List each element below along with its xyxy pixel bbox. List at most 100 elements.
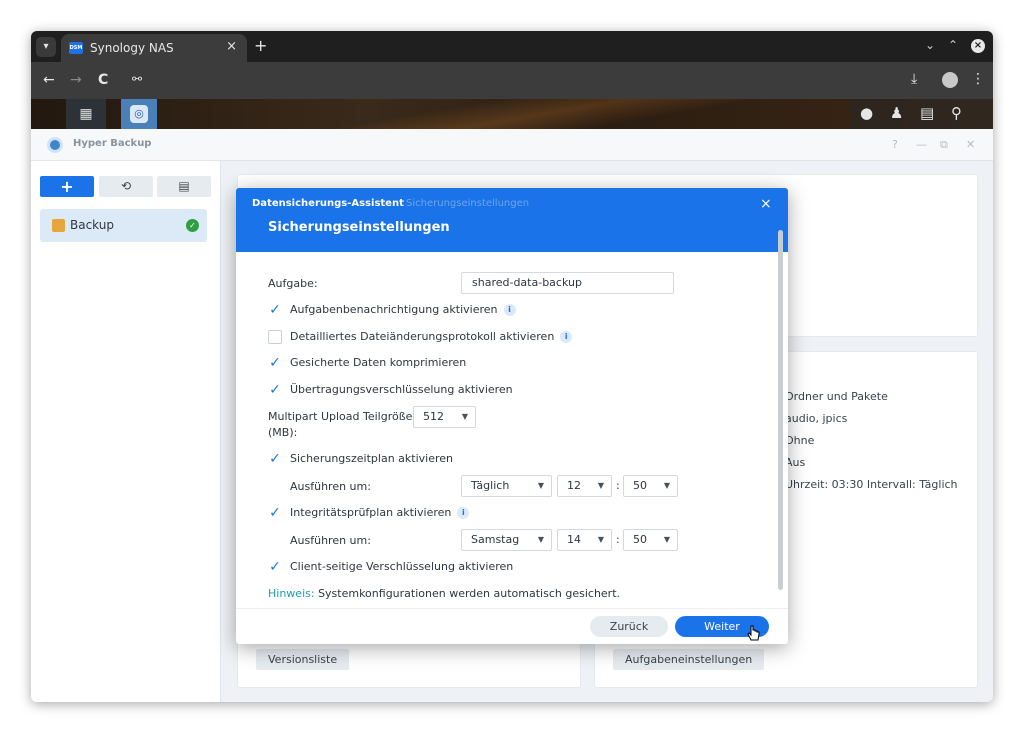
site-info-icon[interactable]: ⚯ — [132, 72, 142, 86]
search-icon[interactable]: ⚲ — [951, 104, 962, 122]
multipart-label: Multipart Upload Teilgröße — [268, 410, 413, 423]
forward-icon[interactable]: → — [70, 72, 82, 88]
day-value: Samstag — [471, 533, 520, 546]
run-at-label: Ausführen um: — [290, 480, 371, 493]
hour-value: 12 — [567, 479, 581, 492]
log-button[interactable]: ▤ — [157, 176, 211, 197]
dialog-header: Datensicherungs-Assistent Sicherungseins… — [236, 188, 788, 252]
summary-source: Ordner und Pakete — [785, 390, 888, 403]
hyper-backup-logo-icon — [47, 137, 63, 153]
browser-tab-bar: ▾ DSM Synology NAS × + ⌄ ⌃ × — [31, 31, 993, 62]
chevron-down-icon: ▼ — [597, 481, 604, 490]
chevron-down-icon: ▼ — [663, 481, 670, 490]
option-label: Detailliertes Dateiänderungsprotokoll ak… — [290, 330, 555, 343]
breadcrumb-wizard: Datensicherungs-Assistent — [252, 198, 404, 209]
add-task-button[interactable]: + — [40, 176, 94, 197]
schedule-hour-select[interactable]: 12 ▼ — [557, 475, 612, 497]
checkbox-client-encryption[interactable]: ✓ — [268, 560, 282, 574]
hint-body: Systemkonfigurationen werden automatisch… — [318, 587, 621, 600]
chevron-down-icon: ▼ — [663, 535, 670, 544]
info-icon[interactable]: i — [457, 507, 470, 519]
version-list-button[interactable]: Versionsliste — [256, 649, 350, 670]
restore-button[interactable]: ⟲ — [99, 176, 153, 197]
option-transfer-encryption: Übertragungsverschlüsselung aktivieren — [290, 383, 513, 396]
chevron-down-icon: ▼ — [537, 535, 544, 544]
hour-value: 14 — [567, 533, 581, 546]
widgets-icon[interactable]: ▤ — [920, 104, 934, 122]
checkbox-change-log[interactable] — [268, 330, 282, 344]
browser-toolbar: ← → C ⚯ ⤓ ⋮ — [31, 62, 993, 99]
window-close-icon[interactable]: × — [971, 39, 985, 53]
time-separator: : — [616, 533, 620, 546]
summary-encryption: Aus — [785, 456, 806, 469]
tab-title: Synology NAS — [90, 41, 174, 55]
task-name-input[interactable]: shared-data-backup — [461, 272, 674, 294]
browser-menu-icon[interactable]: ⋮ — [971, 71, 985, 87]
minute-value: 50 — [633, 479, 647, 492]
log-icon: ▤ — [178, 179, 190, 193]
minute-value: 50 — [633, 533, 647, 546]
option-change-log: Detailliertes Dateiänderungsprotokoll ak… — [290, 330, 573, 343]
hint-text: Hinweis: Systemkonfigurationen werden au… — [268, 587, 620, 600]
dialog-close-icon[interactable]: × — [760, 196, 772, 212]
user-icon[interactable]: ♟ — [890, 104, 903, 122]
task-name-label: Aufgabe: — [268, 277, 318, 290]
integrity-minute-select[interactable]: 50 ▼ — [623, 529, 678, 551]
dialog-scrollbar[interactable] — [778, 230, 783, 590]
dsm-taskbar: ▦ ◎ ● ♟ ▤ ⚲ — [31, 99, 993, 129]
restore-app-icon[interactable]: ⧉ — [940, 138, 948, 152]
chevron-down-icon: ▼ — [597, 535, 604, 544]
multipart-unit-label: (MB): — [268, 426, 298, 439]
hand-cursor-icon — [747, 625, 760, 641]
back-icon[interactable]: ← — [43, 72, 55, 88]
download-icon[interactable]: ⤓ — [911, 71, 917, 87]
task-item-label: Backup — [70, 218, 114, 232]
checkbox-transfer-encryption[interactable]: ✓ — [268, 383, 282, 397]
app-window-titlebar: Hyper Backup ? — ⧉ ✕ — [31, 129, 993, 161]
desktop-wallpaper — [151, 99, 851, 129]
minimize-icon[interactable]: ⌄ — [925, 38, 935, 52]
chat-notification-icon[interactable]: ● — [860, 104, 873, 122]
minimize-app-icon[interactable]: — — [916, 138, 927, 151]
help-icon[interactable]: ? — [892, 138, 898, 151]
checkbox-backup-schedule[interactable]: ✓ — [268, 452, 282, 466]
checkbox-integrity-schedule[interactable]: ✓ — [268, 506, 282, 520]
info-icon[interactable]: i — [503, 304, 516, 316]
tab-search-button[interactable]: ▾ — [36, 37, 56, 57]
integrity-day-select[interactable]: Samstag ▼ — [461, 529, 552, 551]
browser-window: ▾ DSM Synology NAS × + ⌄ ⌃ × ← → C ⚯ ⤓ ⋮… — [31, 31, 993, 702]
option-task-notification: Aufgabenbenachrichtigung aktivieren i — [290, 303, 516, 316]
schedule-minute-select[interactable]: 50 ▼ — [623, 475, 678, 497]
dialog-title: Sicherungseinstellungen — [268, 220, 450, 235]
dsm-tray: ● ♟ ▤ ⚲ — [850, 99, 993, 129]
maximize-icon[interactable]: ⌃ — [948, 38, 958, 52]
option-label: Integritätsprüfplan aktivieren — [290, 506, 452, 519]
task-settings-button[interactable]: Aufgabeneinstellungen — [613, 649, 765, 670]
backup-wizard-dialog: Datensicherungs-Assistent Sicherungseins… — [236, 188, 788, 644]
integrity-hour-select[interactable]: 14 ▼ — [557, 529, 612, 551]
option-label: Aufgabenbenachrichtigung aktivieren — [290, 303, 498, 316]
checkbox-task-notification[interactable]: ✓ — [268, 303, 282, 317]
reload-icon[interactable]: C — [98, 72, 108, 88]
checkbox-compress[interactable]: ✓ — [268, 356, 282, 370]
time-separator: : — [616, 479, 620, 492]
option-backup-schedule: Sicherungszeitplan aktivieren — [290, 452, 453, 465]
profile-avatar[interactable] — [942, 72, 958, 88]
task-item-backup[interactable]: Backup ✓ — [40, 209, 207, 242]
main-menu-grid-icon[interactable]: ▦ — [66, 99, 106, 129]
tab-close-icon[interactable]: × — [226, 39, 237, 54]
chevron-down-icon: ▼ — [461, 412, 468, 421]
multipart-size-select[interactable]: 512 ▼ — [413, 406, 476, 428]
new-tab-button[interactable]: + — [254, 36, 267, 55]
schedule-frequency-select[interactable]: Täglich ▼ — [461, 475, 552, 497]
hint-prefix: Hinweis: — [268, 587, 315, 600]
back-button[interactable]: Zurück — [590, 616, 668, 637]
browser-tab[interactable]: DSM Synology NAS × — [61, 34, 247, 62]
summary-folders: audio, jpics — [785, 412, 848, 425]
frequency-value: Täglich — [471, 479, 510, 492]
option-client-encryption: Client-seitige Verschlüsselung aktiviere… — [290, 560, 514, 573]
option-compress: Gesicherte Daten komprimieren — [290, 356, 467, 369]
close-app-icon[interactable]: ✕ — [966, 138, 975, 151]
info-icon[interactable]: i — [560, 331, 573, 343]
taskbar-hyper-backup-button[interactable]: ◎ — [121, 99, 157, 129]
